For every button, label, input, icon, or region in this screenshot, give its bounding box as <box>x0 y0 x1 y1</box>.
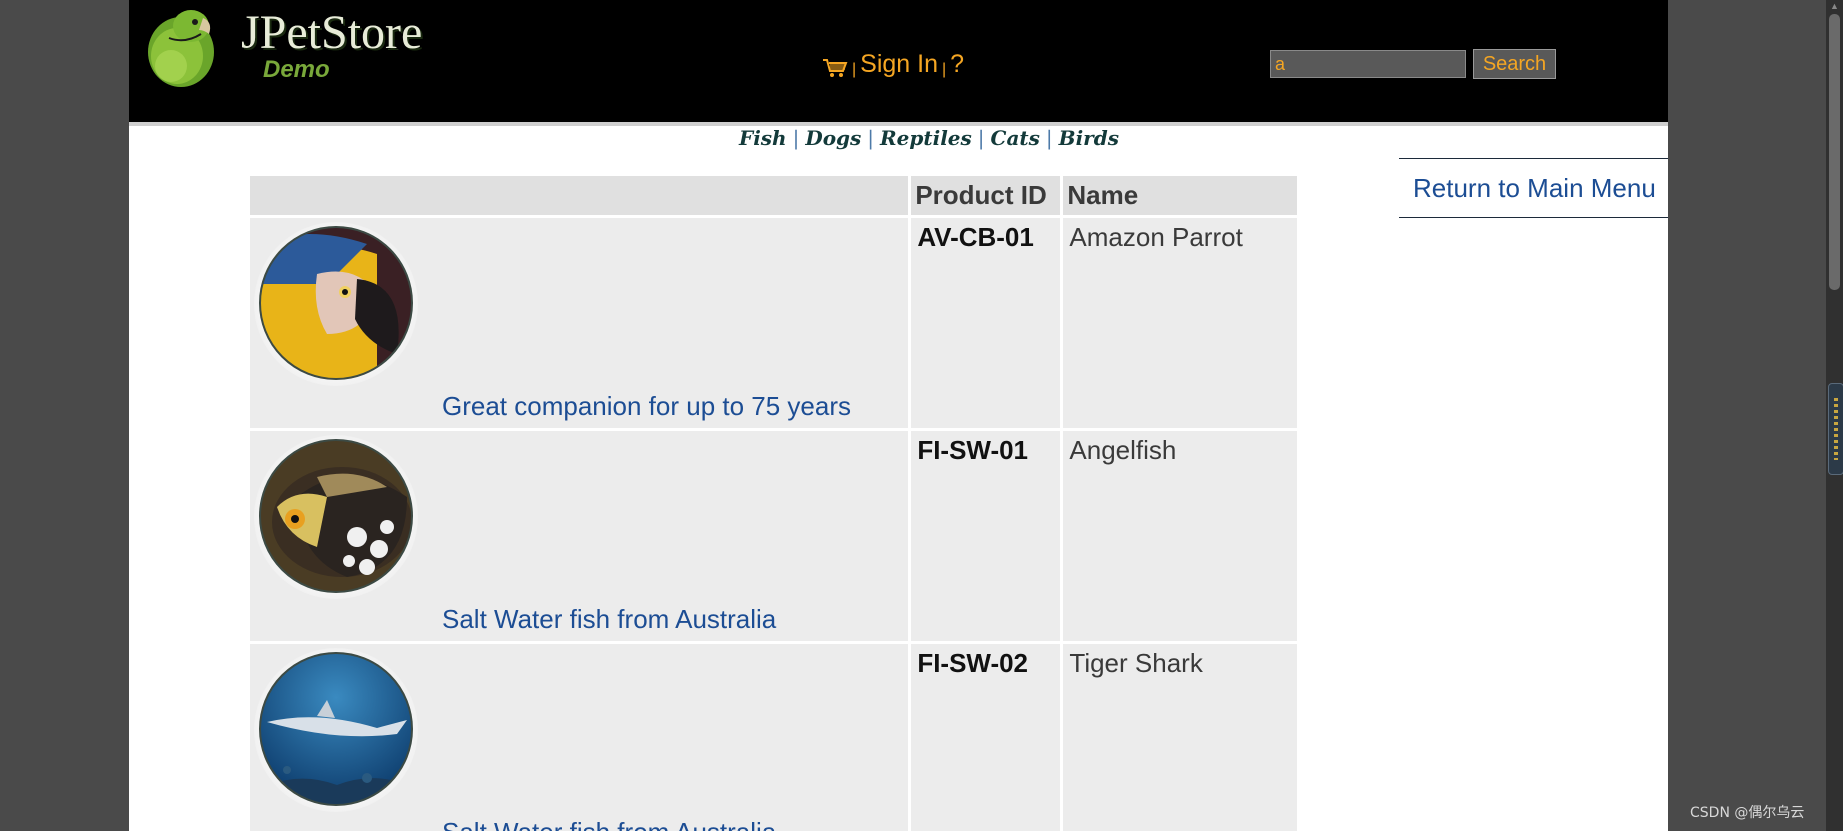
table-row: Salt Water fish from Australia FI-SW-01 … <box>250 431 1297 641</box>
header: JPetStore Demo | Sign In | ? Search <box>129 0 1668 126</box>
search-button[interactable]: Search <box>1473 49 1556 79</box>
quicklink-separator: | <box>977 126 985 150</box>
logo-subtitle: Demo <box>263 56 330 83</box>
quicklink-reptiles[interactable]: Reptiles <box>880 126 972 150</box>
side-widget-indicator <box>1834 398 1838 460</box>
product-id-cell[interactable]: FI-SW-02 <box>911 644 1061 831</box>
parrot-image <box>254 222 418 386</box>
column-header-image <box>250 176 909 215</box>
table-header-row: Product ID Name <box>250 176 1297 215</box>
product-description-cell: Salt Water fish from Australia <box>250 431 909 641</box>
back-panel: Return to Main Menu <box>1399 158 1668 218</box>
logo-title: JPetStore <box>241 6 423 59</box>
product-description-cell: Salt Water fish from Australia <box>250 644 909 831</box>
side-toolbar-widget[interactable] <box>1828 383 1843 475</box>
product-description-link[interactable]: Salt Water fish from Australia <box>442 817 776 831</box>
quicklink-dogs[interactable]: Dogs <box>805 126 861 150</box>
return-to-main-menu-link[interactable]: Return to Main Menu <box>1413 173 1656 204</box>
help-link[interactable]: ? <box>950 50 964 79</box>
table-row: Great companion for up to 75 years AV-CB… <box>250 218 1297 428</box>
parrot-logo-icon <box>148 10 214 87</box>
product-id-cell[interactable]: AV-CB-01 <box>911 218 1061 428</box>
quicklink-cats[interactable]: Cats <box>991 126 1040 150</box>
product-description-link[interactable]: Salt Water fish from Australia <box>442 604 776 635</box>
column-header-name: Name <box>1063 176 1297 215</box>
quicklink-birds[interactable]: Birds <box>1059 126 1119 150</box>
logo[interactable]: JPetStore Demo <box>141 4 471 92</box>
quicklink-separator: | <box>867 126 875 150</box>
product-description-cell: Great companion for up to 75 years <box>250 218 909 428</box>
angelfish-image <box>254 435 418 599</box>
scrollbar-thumb[interactable] <box>1829 14 1840 290</box>
shark-image <box>254 648 418 812</box>
quicklink-separator: | <box>1045 126 1053 150</box>
search-form: Search <box>1270 49 1556 79</box>
sign-in-link[interactable]: Sign In <box>860 50 938 79</box>
product-description-link[interactable]: Great companion for up to 75 years <box>442 391 851 422</box>
watermark: CSDN @偶尔乌云 <box>1690 805 1805 821</box>
column-header-product-id: Product ID <box>911 176 1061 215</box>
product-id-cell[interactable]: FI-SW-01 <box>911 431 1061 641</box>
petstore-page: JPetStore Demo | Sign In | ? Search Fish <box>129 0 1668 831</box>
product-name-cell: Tiger Shark <box>1063 644 1297 831</box>
search-input[interactable] <box>1270 50 1466 78</box>
scroll-up-arrow-icon[interactable]: ▲ <box>1828 0 1841 12</box>
header-menu: | Sign In | ? <box>822 44 964 84</box>
table-row: Salt Water fish from Australia FI-SW-02 … <box>250 644 1297 831</box>
cart-icon[interactable] <box>822 57 848 79</box>
menu-separator: | <box>852 61 857 78</box>
product-name-cell: Amazon Parrot <box>1063 218 1297 428</box>
quick-links: Fish | Dogs | Reptiles | Cats | Birds <box>739 126 1119 150</box>
product-name-cell: Angelfish <box>1063 431 1297 641</box>
product-table: Product ID Name Great companion for up t… <box>247 173 1300 831</box>
quicklink-fish[interactable]: Fish <box>739 126 787 150</box>
menu-separator: | <box>942 61 947 78</box>
quicklink-separator: | <box>792 126 800 150</box>
